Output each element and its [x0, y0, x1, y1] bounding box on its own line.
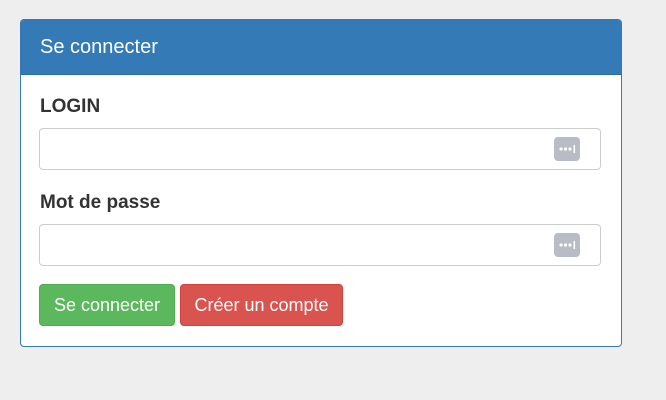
login-field-wrapper: [39, 128, 601, 170]
login-label: LOGIN: [40, 96, 101, 117]
panel-title: Se connecter: [21, 20, 621, 75]
create-account-button[interactable]: Créer un compte: [180, 284, 343, 326]
login-panel: Se connecter LOGIN Mot de passe Se conne…: [20, 19, 622, 347]
password-input[interactable]: [50, 225, 554, 265]
login-button[interactable]: Se connecter: [39, 284, 175, 326]
password-manager-icon[interactable]: [554, 233, 580, 257]
password-field-wrapper: [39, 224, 601, 266]
password-manager-icon[interactable]: [554, 137, 580, 161]
password-label: Mot de passe: [40, 192, 161, 213]
login-input[interactable]: [50, 129, 554, 169]
